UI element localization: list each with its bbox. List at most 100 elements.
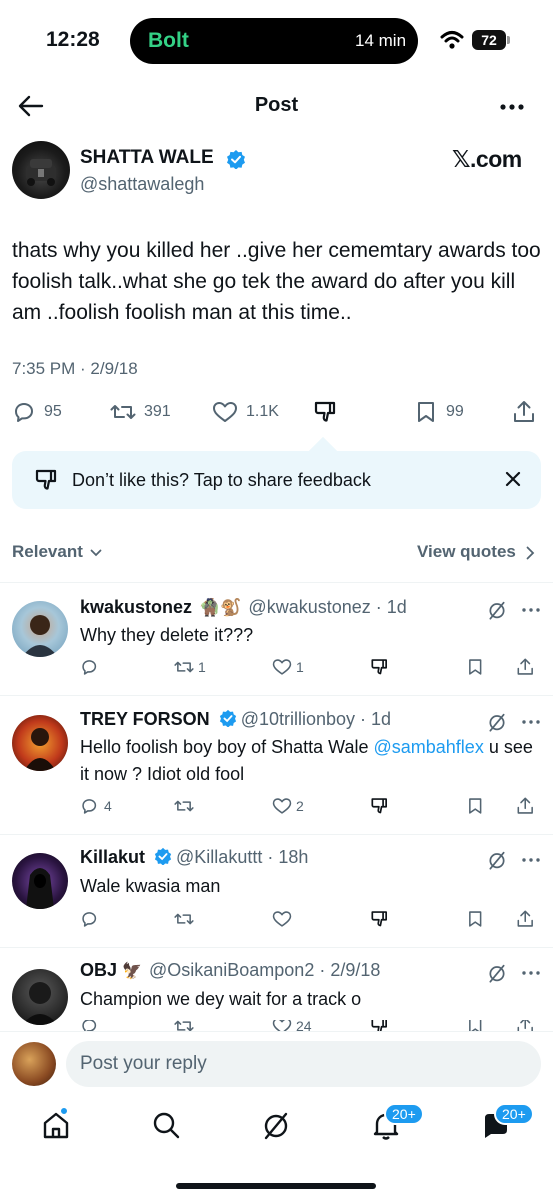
- heart-count: 1: [296, 659, 304, 675]
- reply-action[interactable]: [80, 656, 100, 678]
- reply-author-handle[interactable]: @Killakuttt · 18h: [176, 847, 308, 867]
- dislike-action[interactable]: [370, 656, 390, 678]
- repost-icon: [110, 405, 136, 419]
- my-avatar[interactable]: [12, 1042, 56, 1086]
- dislike-action[interactable]: [370, 908, 390, 930]
- chevron-right-icon: [526, 546, 534, 559]
- reply-action[interactable]: 95: [12, 400, 62, 424]
- status-time: 12:28: [46, 28, 100, 51]
- hooded-figure-icon: [26, 868, 54, 909]
- divider: [0, 947, 553, 948]
- heart-action[interactable]: 1: [272, 656, 304, 678]
- reply-author-name[interactable]: TREY FORSON @10trillionboy · 1d: [80, 709, 391, 730]
- home-notification-dot: [59, 1106, 69, 1116]
- search-icon[interactable]: [152, 1110, 180, 1140]
- avatar[interactable]: [12, 969, 68, 1025]
- view-quotes-label: View quotes: [417, 542, 516, 561]
- grok-icon[interactable]: [487, 600, 507, 620]
- close-icon[interactable]: [504, 470, 522, 488]
- divider: [0, 695, 553, 696]
- repost-action[interactable]: 391: [110, 400, 171, 424]
- messages-badge: 20+: [494, 1103, 534, 1125]
- home-indicator: [176, 1183, 376, 1189]
- reply-action[interactable]: [80, 1020, 100, 1031]
- heart-action[interactable]: 2: [272, 795, 304, 817]
- battery-tip: [507, 36, 510, 44]
- reply-text: Champion we dey wait for a track o: [80, 989, 362, 1009]
- more-options-icon[interactable]: [500, 104, 524, 110]
- divider: [0, 1031, 553, 1032]
- author-name[interactable]: SHATTA WALE: [80, 147, 214, 169]
- share-icon: [517, 1020, 533, 1031]
- dislike-action[interactable]: [370, 1020, 390, 1031]
- reply-icon: [82, 660, 97, 675]
- author-handle[interactable]: @shattawalegh: [80, 174, 204, 195]
- avatar[interactable]: [12, 715, 68, 771]
- bookmark-action[interactable]: [466, 795, 486, 817]
- more-options-icon[interactable]: [522, 858, 540, 862]
- share-action[interactable]: [516, 656, 536, 678]
- heart-action[interactable]: [272, 908, 292, 930]
- person-photo-icon: [24, 728, 56, 771]
- grok-icon[interactable]: [487, 963, 507, 983]
- repost-action[interactable]: [174, 1020, 194, 1031]
- bookmark-action[interactable]: [466, 908, 486, 930]
- view-quotes-link[interactable]: View quotes: [417, 542, 535, 562]
- dislike-icon: [371, 1020, 387, 1031]
- share-action[interactable]: [516, 1020, 536, 1031]
- reply-author-handle: @kwakustonez · 1d: [248, 597, 407, 617]
- dislike-action[interactable]: [313, 400, 339, 424]
- reply-author-name[interactable]: kwakustonez 🧌🐒 @kwakustonez · 1d: [80, 597, 407, 618]
- bookmark-action[interactable]: [466, 1020, 486, 1031]
- page-title: Post: [254, 94, 299, 116]
- share-action[interactable]: [516, 795, 536, 817]
- more-options-icon[interactable]: [522, 971, 540, 975]
- share-action[interactable]: [512, 400, 536, 424]
- avatar[interactable]: [12, 601, 68, 657]
- repost-action[interactable]: [174, 795, 194, 817]
- reply-icon: [82, 1020, 97, 1031]
- more-options-icon[interactable]: [522, 720, 540, 724]
- car-image-icon: [26, 159, 56, 186]
- share-action[interactable]: [516, 908, 536, 930]
- name-emoji: 🧌🐒: [199, 598, 242, 617]
- reply-author-handle[interactable]: @10trillionboy · 1d: [241, 709, 391, 729]
- back-arrow-icon[interactable]: [18, 94, 44, 118]
- dislike-icon: [371, 659, 387, 675]
- heart-icon: [272, 659, 292, 675]
- bookmark-action[interactable]: [466, 656, 486, 678]
- repost-action[interactable]: 1: [174, 656, 206, 678]
- reply-action[interactable]: 4: [80, 795, 112, 817]
- reply-author-handle[interactable]: @OsikaniBoampon2 · 2/9/18: [149, 960, 380, 980]
- dislike-action[interactable]: [370, 795, 390, 817]
- divider: [0, 582, 553, 583]
- repost-count: 1: [198, 659, 206, 675]
- sort-dropdown[interactable]: Relevant: [12, 542, 102, 562]
- feedback-text[interactable]: Don’t like this? Tap to share feedback: [72, 470, 371, 491]
- name-emoji: 🦅: [122, 963, 142, 980]
- person-photo-icon: [22, 615, 58, 657]
- grok-icon[interactable]: [487, 850, 507, 870]
- grok-icon[interactable]: [262, 1110, 290, 1140]
- author-avatar[interactable]: [12, 141, 70, 199]
- reply-author-name[interactable]: OBJ 🦅 @OsikaniBoampon2 · 2/9/18: [80, 960, 380, 981]
- reply-input[interactable]: Post your reply: [66, 1041, 541, 1087]
- grok-icon[interactable]: [487, 712, 507, 732]
- bookmark-action[interactable]: 99: [414, 400, 464, 424]
- reply-author-name[interactable]: Killakut @Killakuttt · 18h: [80, 847, 308, 868]
- share-icon: [514, 401, 534, 422]
- post-text: thats why you killed her ..give her ceme…: [12, 239, 541, 324]
- like-action[interactable]: 1.1K: [212, 400, 279, 424]
- mention-link[interactable]: @sambahflex: [374, 737, 484, 757]
- person-photo-icon: [22, 982, 58, 1025]
- reply-action[interactable]: [80, 908, 100, 930]
- divider: [0, 834, 553, 835]
- share-icon: [517, 910, 533, 927]
- repost-action[interactable]: [174, 908, 194, 930]
- dislike-icon: [371, 911, 387, 927]
- heart-action[interactable]: 24: [272, 1020, 312, 1031]
- more-options-icon[interactable]: [522, 608, 540, 612]
- verified-badge-icon: [227, 150, 245, 169]
- bolt-app-label: Bolt: [148, 29, 189, 52]
- avatar[interactable]: [12, 853, 68, 909]
